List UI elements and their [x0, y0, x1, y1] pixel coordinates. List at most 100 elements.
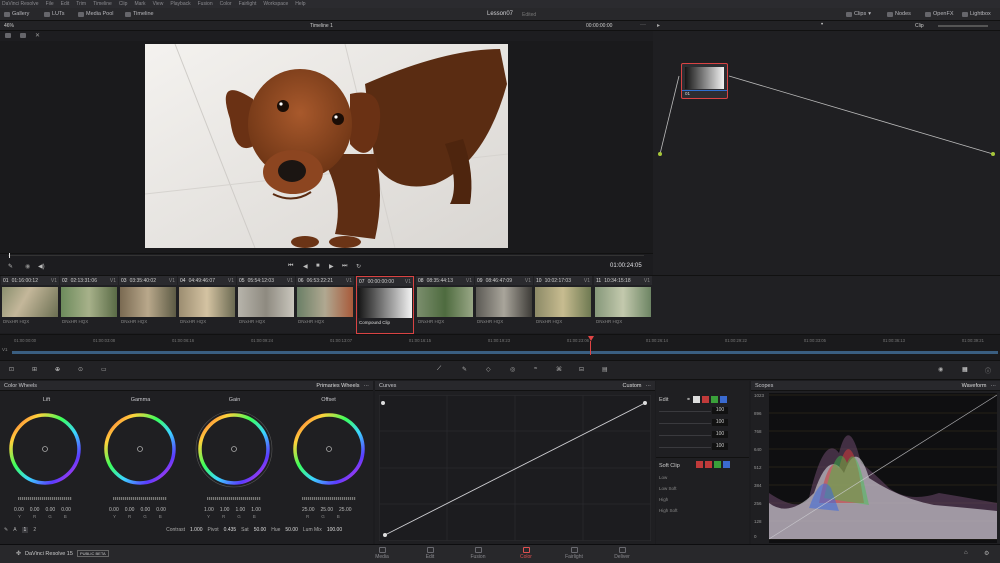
settings-icon[interactable]: ⚙	[984, 550, 989, 557]
tool-icon[interactable]: ✎	[8, 263, 13, 270]
gain-master-dial[interactable]	[207, 497, 261, 500]
gamma-values[interactable]: 0.00 0.00 0.00 0.00	[109, 507, 166, 513]
value-y[interactable]: 100	[712, 407, 728, 414]
step-back-icon[interactable]: ◀	[303, 263, 308, 270]
wheels-mode-select[interactable]: Primaries Wheels	[316, 383, 359, 389]
menu-workspace[interactable]: Workspace	[263, 1, 288, 7]
pointer-icon[interactable]: ▸	[657, 22, 660, 29]
lum-mix-value[interactable]: 100.00	[327, 527, 342, 533]
menu-trim[interactable]: Trim	[76, 1, 86, 7]
blur-icon[interactable]: ≈	[534, 366, 537, 372]
value-b[interactable]: 100	[712, 443, 728, 450]
softclip-g-toggle[interactable]	[714, 461, 721, 468]
auto-icon[interactable]: A	[13, 527, 16, 533]
value-r[interactable]: 100	[712, 419, 728, 426]
clip-05[interactable]: 05 05:54:12:03 V1 DNxHR HQX	[237, 276, 295, 334]
curves-icon[interactable]: ⟋	[437, 366, 441, 373]
scopes-icon[interactable]: ▦	[962, 366, 968, 373]
mini-timeline[interactable]: 01:00:00:00 01:00:03:08 01:00:06:16 01:00:0…	[0, 334, 1000, 360]
loop-icon[interactable]: ↻	[356, 263, 361, 270]
zoom-select[interactable]: 46%	[4, 23, 14, 29]
luts-button[interactable]: LUTs	[44, 11, 65, 17]
menu-view[interactable]: View	[153, 1, 164, 7]
slider-g[interactable]	[659, 435, 711, 436]
nodes-button[interactable]: Nodes	[887, 11, 911, 17]
page-media[interactable]: Media	[358, 547, 406, 560]
channel-r-toggle[interactable]	[702, 396, 710, 403]
clip-06[interactable]: 06 06:53:22:21 V1 DNxHR HQX	[296, 276, 354, 334]
page-deliver[interactable]: Deliver	[598, 547, 646, 560]
qualifier-icon[interactable]: ✎	[462, 366, 467, 373]
slider-b[interactable]	[659, 447, 711, 448]
menu-timeline[interactable]: Timeline	[93, 1, 112, 7]
menu-app[interactable]: DaVinci Resolve	[2, 1, 39, 7]
media-pool-button[interactable]: Media Pool	[78, 11, 114, 17]
node-mode-select[interactable]: Clip	[915, 23, 924, 29]
slider-y[interactable]	[659, 411, 711, 412]
auto-balance-icon[interactable]: ✎	[4, 527, 8, 533]
menu-fairlight[interactable]: Fairlight	[239, 1, 257, 7]
clip-04[interactable]: 04 04:49:46:07 V1 DNxHR HQX	[178, 276, 236, 334]
more-options-icon[interactable]: ···	[364, 383, 370, 389]
softclip-r2-toggle[interactable]	[705, 461, 712, 468]
page-fusion[interactable]: Fusion	[454, 547, 502, 560]
contrast-value[interactable]: 1.000	[190, 527, 203, 533]
motion-effects-icon[interactable]: ▭	[101, 366, 107, 373]
menu-edit[interactable]: Edit	[61, 1, 70, 7]
menu-mark[interactable]: Mark	[134, 1, 145, 7]
pivot-value[interactable]: 0.435	[224, 527, 237, 533]
value-g[interactable]: 100	[712, 431, 728, 438]
zoom-slider[interactable]	[938, 25, 988, 27]
softclip-r-toggle[interactable]	[696, 461, 703, 468]
color-match-icon[interactable]: ⊞	[32, 366, 37, 373]
wipe-icon[interactable]: ✕	[35, 32, 40, 39]
play-icon[interactable]: ▶	[329, 263, 334, 270]
clips-button[interactable]: Clips ▾	[846, 11, 871, 17]
clip-07[interactable]: 07 00:00:00:00 V1 Compound Clip	[356, 276, 414, 334]
lightbox-button[interactable]: Lightbox	[962, 11, 991, 17]
openfx-button[interactable]: OpenFX	[925, 11, 953, 17]
hue-value[interactable]: 50.00	[285, 527, 298, 533]
split-icon[interactable]	[5, 33, 11, 38]
channel-g-toggle[interactable]	[711, 396, 719, 403]
sizing-icon[interactable]: ⊟	[579, 366, 584, 373]
timeline-button[interactable]: Timeline	[125, 11, 154, 17]
scope-mode-select[interactable]: Waveform	[962, 383, 987, 389]
video-frame[interactable]	[145, 44, 508, 248]
clip-03[interactable]: 03 03:35:40:02 V1 DNxHR HQX	[119, 276, 177, 334]
clip-09[interactable]: 09 08:46:47:09 V1 DNxHR HQX	[475, 276, 533, 334]
curve-editor[interactable]	[379, 395, 651, 541]
page-1-button[interactable]: 1	[21, 527, 29, 533]
more-options-icon[interactable]: ···	[646, 383, 652, 389]
3d-icon[interactable]: ▤	[602, 366, 608, 373]
clip-02[interactable]: 02 02:13:31:06 V1 DNxHR HQX	[60, 276, 118, 334]
gallery-button[interactable]: Gallery	[4, 11, 29, 17]
page-edit[interactable]: Edit	[406, 547, 454, 560]
channel-y-toggle[interactable]	[693, 396, 701, 403]
link-icon[interactable]: ⚭	[686, 396, 691, 403]
volume-icon[interactable]: ◀)	[38, 263, 45, 270]
page-color[interactable]: Color	[502, 547, 550, 560]
timeline-name[interactable]: Timeline 1	[310, 23, 333, 29]
slider-r[interactable]	[659, 423, 711, 424]
menu-color[interactable]: Color	[220, 1, 232, 7]
page-2-button[interactable]: 2	[33, 527, 36, 533]
info-icon[interactable]: ◉	[938, 366, 943, 373]
offset-values[interactable]: 25.00 25.00 25.00	[302, 507, 352, 513]
clip-11[interactable]: 11 10:34:15:18 V1 DNxHR HQX	[594, 276, 652, 334]
rgb-mixer-icon[interactable]: ⊙	[78, 366, 83, 373]
softclip-b-toggle[interactable]	[723, 461, 730, 468]
go-to-end-icon[interactable]: ⏭	[342, 263, 347, 270]
timeline-track-v1[interactable]	[12, 351, 998, 354]
lift-master-dial[interactable]	[18, 497, 72, 500]
color-wheels-icon[interactable]: ⊕	[55, 366, 60, 373]
offset-master-dial[interactable]	[302, 497, 356, 500]
grid-icon[interactable]	[20, 33, 26, 38]
gamma-master-dial[interactable]	[113, 497, 167, 500]
camera-raw-icon[interactable]: ⊡	[9, 366, 14, 373]
help-icon[interactable]: ⓘ	[985, 366, 991, 375]
eye-icon[interactable]: ◉	[25, 263, 30, 270]
clip-01[interactable]: 01 01:16:00:12 V1 DNxHR HQX	[1, 276, 59, 334]
window-icon[interactable]: ◇	[486, 366, 491, 373]
scrub-playhead[interactable]	[9, 253, 10, 258]
